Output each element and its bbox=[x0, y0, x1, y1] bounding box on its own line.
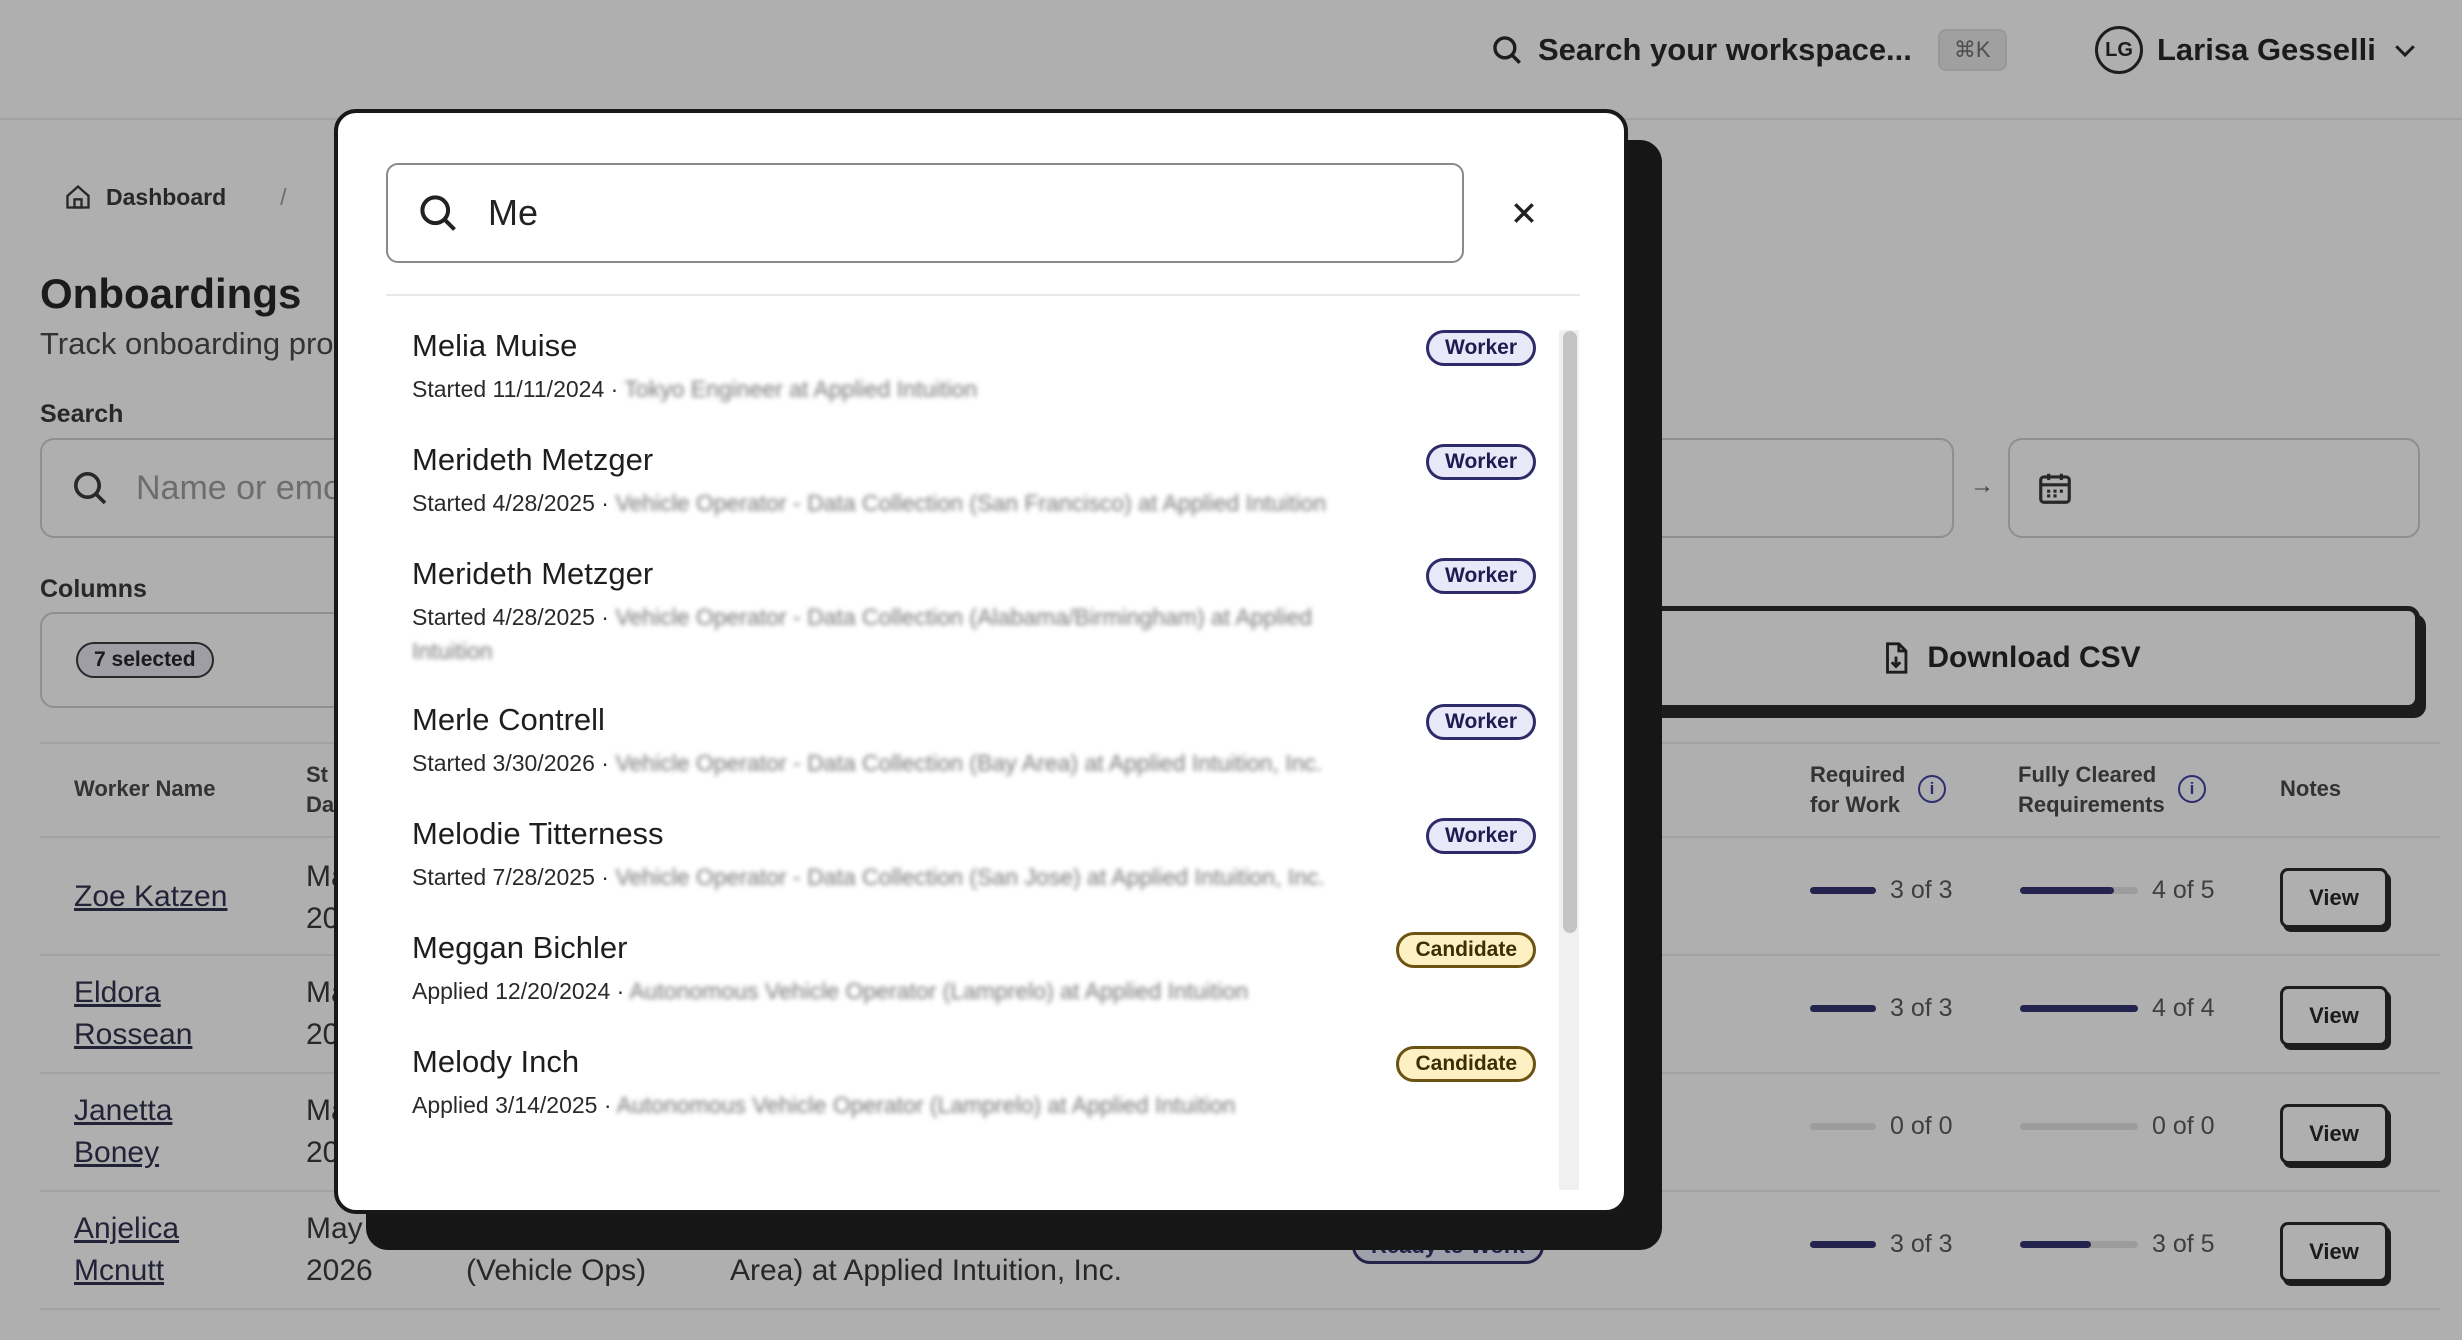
candidate-badge: Candidate bbox=[1396, 932, 1536, 968]
result-name: Melody Inch bbox=[412, 1044, 580, 1079]
result-meta: Started 4/28/2025 · Vehicle Operator - D… bbox=[412, 604, 1313, 664]
result-meta: Applied 3/14/2025 · Autonomous Vehicle O… bbox=[412, 1092, 1236, 1118]
worker-badge: Worker bbox=[1426, 704, 1536, 740]
worker-badge: Worker bbox=[1426, 444, 1536, 480]
result-meta: Started 11/11/2024 · Tokyo Engineer at A… bbox=[412, 376, 978, 402]
result-detail-redacted: Autonomous Vehicle Operator (Lamprelo) a… bbox=[629, 978, 1249, 1004]
result-name: Merideth Metzger bbox=[412, 442, 654, 477]
result-meta: Started 7/28/2025 · Vehicle Operator - D… bbox=[412, 864, 1325, 890]
modal-search-input[interactable]: Me bbox=[386, 163, 1464, 263]
result-detail-redacted: Autonomous Vehicle Operator (Lamprelo) a… bbox=[616, 1092, 1236, 1118]
result-meta: Started 4/28/2025 · Vehicle Operator - D… bbox=[412, 490, 1327, 516]
worker-badge: Worker bbox=[1426, 818, 1536, 854]
result-detail-redacted: Vehicle Operator - Data Collection (Bay … bbox=[615, 750, 1323, 776]
result-detail-redacted: Vehicle Operator - Data Collection (San … bbox=[615, 864, 1325, 890]
close-button[interactable] bbox=[1504, 193, 1544, 233]
result-detail-redacted: Vehicle Operator - Data Collection (San … bbox=[615, 490, 1327, 516]
result-detail-redacted: Tokyo Engineer at Applied Intuition bbox=[624, 376, 978, 402]
close-icon bbox=[1514, 203, 1534, 223]
search-icon bbox=[420, 195, 456, 231]
result-name: Melodie Titterness bbox=[412, 816, 664, 851]
scrollbar-thumb[interactable] bbox=[1563, 331, 1577, 933]
result-name: Melia Muise bbox=[412, 328, 578, 363]
modal-divider bbox=[386, 294, 1580, 296]
result-meta: Started 3/30/2026 · Vehicle Operator - D… bbox=[412, 750, 1323, 776]
search-modal: Me Melia Muise Started 11/11/2024 · Toky… bbox=[334, 109, 1628, 1214]
result-meta: Applied 12/20/2024 · Autonomous Vehicle … bbox=[412, 978, 1249, 1004]
result-name: Merle Contrell bbox=[412, 702, 605, 737]
worker-badge: Worker bbox=[1426, 558, 1536, 594]
candidate-badge: Candidate bbox=[1396, 1046, 1536, 1082]
worker-badge: Worker bbox=[1426, 330, 1536, 366]
result-name: Meggan Bichler bbox=[412, 930, 628, 965]
result-name: Merideth Metzger bbox=[412, 556, 654, 591]
modal-search-value: Me bbox=[488, 192, 539, 233]
